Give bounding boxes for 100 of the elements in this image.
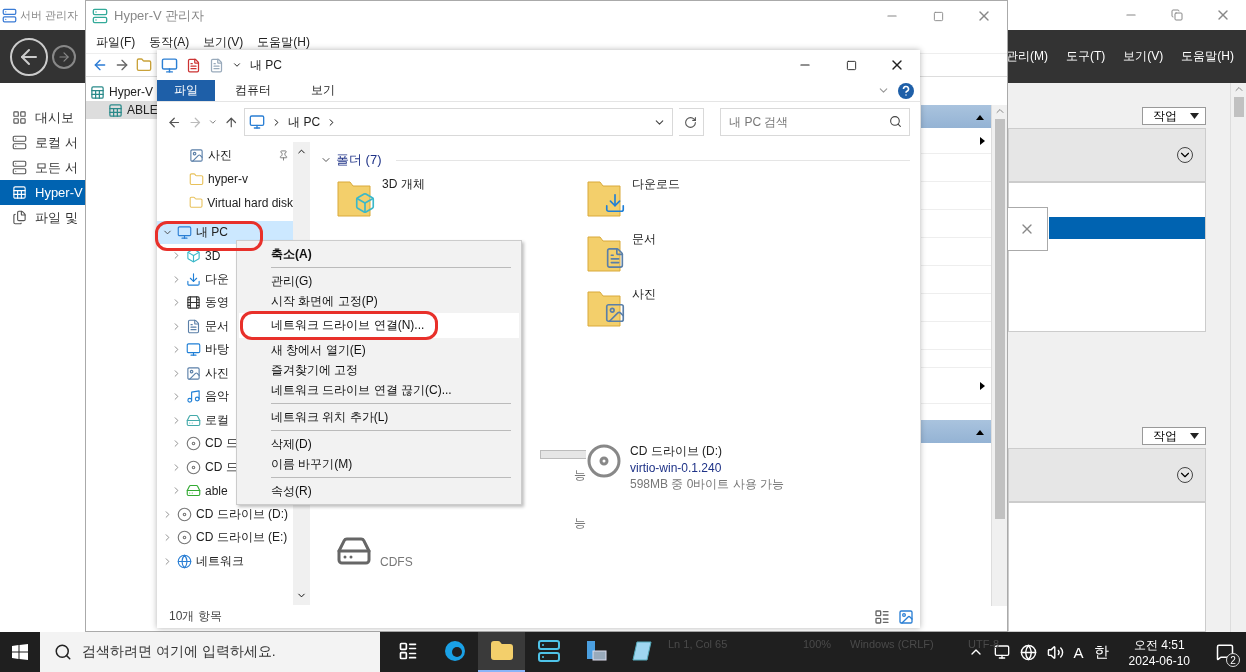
nav-item[interactable]: 파일 및 [0,205,85,230]
search-icon [54,643,72,661]
scrollbar[interactable] [991,105,1007,606]
caret-icon [1190,113,1199,119]
folder-item[interactable]: 문서 [586,231,836,279]
dropdown-icon[interactable] [232,60,242,70]
nav-item[interactable]: Virtual hard disk [157,191,293,215]
tree-item[interactable]: 네트워크 [157,549,293,573]
input-indicator[interactable]: A [1073,643,1084,661]
menu-item[interactable]: 즐겨찾기에 고정 [239,360,519,380]
taskbar-app[interactable] [478,632,525,672]
address-bar[interactable]: 내 PC [244,108,673,136]
server-icon [90,84,105,100]
usage-bar [540,449,586,459]
nav-item[interactable]: 사진 [157,144,293,168]
document-icon [604,247,626,269]
window-title: 서버 관리자 [20,7,79,23]
ribbon-tab[interactable]: 파일 [157,80,215,101]
server-icon [536,639,561,663]
menu-item[interactable]: 속성(R) [239,481,519,501]
folder-icon [189,195,204,211]
refresh-button[interactable] [678,108,705,136]
back-icon[interactable] [92,57,108,73]
search-field[interactable]: 검색하려면 여기에 입력하세요. [40,632,380,672]
menu-item[interactable]: 도움말(H) [257,33,310,51]
task-dropdown[interactable]: 작업 [1142,107,1206,125]
cd-icon [177,530,192,546]
recent-icon[interactable] [208,117,218,127]
menu-item[interactable]: 축소(A) [239,244,519,264]
tree-item[interactable]: ABLE [86,101,160,119]
search-field[interactable]: 내 PC 검색 [720,108,910,136]
tree-item[interactable]: CD 드라이브 (D:) [157,502,293,526]
folder-icon[interactable] [136,57,152,73]
large-icons-view-icon[interactable] [898,608,914,625]
nav-item[interactable]: Hyper-V [0,180,85,205]
menu-item[interactable]: 관리(M) [1006,48,1048,65]
input-indicator[interactable]: 한 [1093,642,1109,662]
nav-item[interactable]: 모든 서 [0,155,85,180]
forward-icon[interactable] [114,57,130,73]
clock[interactable]: 오전 4:51 2024-06-10 [1118,636,1200,668]
netdrive-icon [186,483,201,499]
task-dropdown[interactable]: 작업 [1142,427,1206,445]
cube-icon [354,192,376,214]
menu-item[interactable]: 이름 바꾸기(M) [239,454,519,474]
menu-item[interactable]: 보기(V) [1123,48,1164,65]
nav-item[interactable]: 대시보 [0,105,85,130]
nav-item[interactable]: hyper-v [157,167,293,191]
video-icon [186,295,201,311]
browser-icon [442,639,467,663]
tree-item[interactable]: CD 드라이브 (E:) [157,526,293,550]
triangle-right-icon[interactable] [977,380,987,391]
tree-item[interactable]: Hyper-V [86,83,155,101]
menu-item[interactable]: 파일(F) [96,33,136,51]
menu-item[interactable]: 도구(T) [1066,48,1106,65]
forward-icon [57,49,71,64]
music-icon [186,389,201,405]
pc-icon [161,56,178,74]
menu-item[interactable]: 시작 화면에 고정(P) [239,291,519,311]
nav-item[interactable]: 로컬 서 [0,130,85,155]
folder-item[interactable]: 다운로드 [586,176,836,224]
back-button[interactable] [10,37,48,76]
cd-icon [177,506,192,522]
refresh-icon [684,115,698,129]
scrollbar[interactable] [1230,83,1246,632]
menu-item[interactable]: 새 창에서 열기(E) [239,340,519,360]
menu-item[interactable]: 보기(V) [203,33,244,51]
cd-icon [186,436,201,452]
forward-button[interactable] [52,44,76,69]
notifications-button[interactable]: 2 [1210,637,1240,667]
help-icon[interactable] [898,82,914,99]
ribbon-tab[interactable]: 보기 [291,80,355,101]
triangle-right-icon[interactable] [977,135,987,146]
ribbon-tab[interactable]: 컴퓨터 [215,80,291,101]
notepad-icon [630,639,655,663]
group-header[interactable]: 폴더 (7) [320,150,920,170]
menu-item[interactable]: 삭제(D) [239,434,519,454]
network-icon[interactable] [1019,643,1037,661]
scrollbar-thumb[interactable] [994,119,1005,519]
details-view-icon[interactable] [874,608,890,625]
drive-item[interactable]: CD 드라이브 (D:) virtio-win-0.1.240 598MB 중 0바이트 사용 가능 [586,443,785,569]
scrollbar-thumb[interactable] [1233,97,1244,117]
picture-icon [189,148,204,164]
cd-icon [186,459,201,475]
menu-item[interactable]: 동작(A) [149,33,190,51]
network-icon [177,553,192,569]
menu-item[interactable]: 네트워크 드라이브 연결 끊기(C)... [239,380,519,400]
cd-drive-icon [586,443,622,479]
picture-icon [604,302,626,324]
speaker-icon[interactable] [1046,643,1064,661]
window-title: 내 PC [250,56,282,74]
menu-item[interactable]: 관리(G) [239,271,519,291]
folder-item[interactable]: 3D 개체 [336,176,586,224]
chevron-right-icon[interactable] [171,250,182,262]
menu-item[interactable]: 도움말(H) [1181,48,1234,65]
maximize-icon [932,10,944,22]
search-icon[interactable] [889,115,902,128]
menu-item[interactable]: 네트워크 위치 추가(L) [239,407,519,427]
folder-item[interactable]: 사진 [586,286,836,334]
properties-icon[interactable] [186,57,201,73]
cube-icon [186,248,201,264]
